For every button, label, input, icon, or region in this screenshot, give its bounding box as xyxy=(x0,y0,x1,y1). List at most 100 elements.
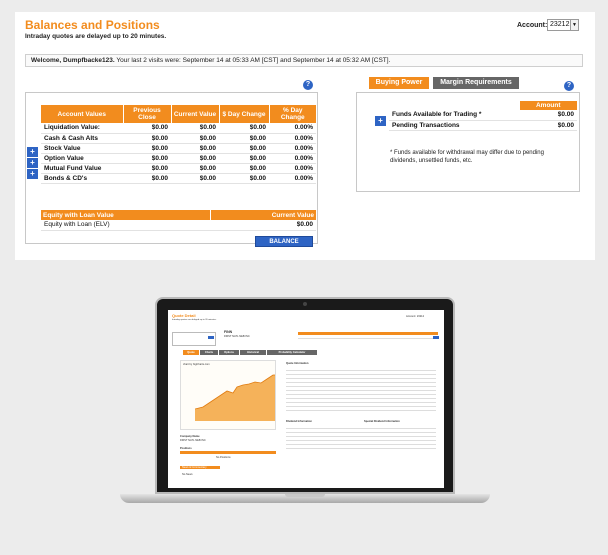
welcome-user: Welcome, Dumpfbacke123. xyxy=(31,57,115,64)
laptop-tab: Probability Calculator xyxy=(267,350,317,355)
row-label: Stock Value xyxy=(41,143,123,154)
row-day-change: $0.00 xyxy=(219,153,269,164)
row-previous-close: $0.00 xyxy=(123,173,171,184)
buying-power-box: Amount Funds Available for Trading * $0.0… xyxy=(356,92,580,192)
row-current-value: $0.00 xyxy=(171,143,219,154)
camera-icon xyxy=(303,302,307,306)
buying-row-label: Pending Transactions xyxy=(389,120,519,131)
row-current-value: $0.00 xyxy=(171,163,219,174)
laptop-no-news: No News xyxy=(182,473,193,476)
buying-row: Pending Transactions $0.00 xyxy=(389,120,577,131)
col-current-value: Current Value xyxy=(171,105,220,123)
row-pct-day-change: 0.00% xyxy=(269,123,316,134)
account-select[interactable]: 23212 ▼ xyxy=(547,19,579,31)
page-subtitle: Intraday quotes are delayed up to 20 min… xyxy=(25,33,167,40)
laptop-tab: Options xyxy=(219,350,239,355)
laptop-dividend-info: Dividend Information xyxy=(286,420,312,423)
account-label: Account: xyxy=(517,22,548,29)
col-previous-close: Previous Close xyxy=(123,105,172,123)
buying-header-row: Amount xyxy=(389,101,577,110)
expand-row-button[interactable]: + xyxy=(27,165,38,183)
row-pct-day-change: 0.00% xyxy=(269,173,316,184)
laptop-news-label: News & Commentary xyxy=(182,466,207,469)
balances-panel: Balances and Positions Intraday quotes a… xyxy=(15,12,595,260)
balances-row: Stock Value $0.00 $0.00 $0.00 0.00% xyxy=(41,143,316,154)
laptop-title: Quote Detail xyxy=(172,313,196,318)
elv-label: Equity with Loan (ELV) xyxy=(41,220,211,231)
balance-history-button[interactable]: BALANCE HISTORY xyxy=(255,236,313,255)
help-icon[interactable]: ? xyxy=(564,81,574,91)
expand-funds-button[interactable]: + xyxy=(375,112,386,130)
chart-caption: chart by bigCharts.com xyxy=(183,363,210,366)
laptop-chart: chart by bigCharts.com xyxy=(180,360,276,430)
row-label: Option Value xyxy=(41,153,123,164)
laptop-account: Account: 23212 xyxy=(406,315,425,318)
elv-header-right: Current Value xyxy=(210,210,316,220)
buying-row-value: $0.00 xyxy=(519,110,577,121)
balances-row: Option Value $0.00 $0.00 $0.00 0.00% xyxy=(41,153,316,164)
elv-row: Equity with Loan (ELV) $0.00 xyxy=(41,220,316,231)
laptop-symbol: FINN xyxy=(224,330,233,334)
row-label: Mutual Fund Value xyxy=(41,163,123,174)
balances-row: Bonds & CD's $0.00 $0.00 $0.00 0.00% xyxy=(41,173,316,184)
chevron-down-icon[interactable]: ▼ xyxy=(570,20,578,30)
laptop-subtitle: Intraday quotes are delayed up to 20 min… xyxy=(172,319,217,321)
laptop-chart-svg xyxy=(195,374,275,421)
go-button xyxy=(208,336,214,339)
row-label: Cash & Cash Alts xyxy=(41,133,123,144)
balances-row: Cash & Cash Alts $0.00 $0.00 $0.00 0.00% xyxy=(41,133,316,144)
row-label: Bonds & CD's xyxy=(41,173,123,184)
laptop-quote-info: Quote Information xyxy=(286,362,309,365)
row-previous-close: $0.00 xyxy=(123,133,171,144)
balances-box: Account Values Previous Close Current Va… xyxy=(25,92,318,255)
balances-row: Liquidation Value: $0.00 $0.00 $0.00 0.00% xyxy=(41,123,316,134)
col-pct-day-change: % Day Change xyxy=(269,105,316,123)
col-account-values: Account Values xyxy=(41,105,124,123)
laptop-tab: Quote xyxy=(183,350,199,355)
row-previous-close: $0.00 xyxy=(123,143,171,154)
row-current-value: $0.00 xyxy=(171,173,219,184)
row-current-value: $0.00 xyxy=(171,133,219,144)
balances-table: Account Values Previous Close Current Va… xyxy=(41,105,316,184)
row-previous-close: $0.00 xyxy=(123,123,171,134)
laptop-company-label: Company Name xyxy=(180,435,200,438)
balances-row: Mutual Fund Value $0.00 $0.00 $0.00 0.00% xyxy=(41,163,316,174)
laptop-tab: Historical xyxy=(240,350,266,355)
tab-buying-power[interactable]: Buying Power xyxy=(369,77,429,89)
tab-margin-requirements[interactable]: Margin Requirements xyxy=(433,77,519,89)
welcome-visits: Your last 2 visits were: September 14 at… xyxy=(114,57,391,64)
laptop-no-positions: No Positions xyxy=(216,456,231,459)
help-icon[interactable]: ? xyxy=(303,80,313,90)
laptop-company-value: FIRST NATL NEB INC xyxy=(180,439,206,442)
row-day-change: $0.00 xyxy=(219,173,269,184)
row-previous-close: $0.00 xyxy=(123,163,171,174)
col-day-change: $ Day Change xyxy=(219,105,270,123)
laptop-illustration: Quote Detail Intraday quotes are delayed… xyxy=(155,297,455,494)
balances-header-row: Account Values Previous Close Current Va… xyxy=(41,105,316,123)
elv-header-row: Equity with Loan Value Current Value xyxy=(41,210,316,220)
col-amount: Amount xyxy=(519,101,577,110)
symbol-box xyxy=(172,332,216,346)
laptop-screen: Quote Detail Intraday quotes are delayed… xyxy=(168,310,444,488)
row-previous-close: $0.00 xyxy=(123,153,171,164)
laptop-positions-label: Positions xyxy=(180,447,192,450)
laptop-tab: Charts xyxy=(200,350,218,355)
buying-row: Funds Available for Trading * $0.00 xyxy=(389,110,577,121)
row-current-value: $0.00 xyxy=(171,123,219,134)
row-day-change: $0.00 xyxy=(219,163,269,174)
buying-row-label: Funds Available for Trading * xyxy=(389,110,519,121)
elv-table: Equity with Loan Value Current Value Equ… xyxy=(41,210,316,231)
laptop-company: FIRST NATL NEB INC xyxy=(224,335,250,338)
account-value: 23212 xyxy=(550,21,570,28)
page: Balances and Positions Intraday quotes a… xyxy=(0,0,608,555)
plus-icon: + xyxy=(375,115,386,126)
row-label: Liquidation Value: xyxy=(41,123,123,134)
plus-icon: + xyxy=(27,168,38,179)
row-day-change: $0.00 xyxy=(219,143,269,154)
elv-value: $0.00 xyxy=(210,220,316,231)
row-current-value: $0.00 xyxy=(171,153,219,164)
page-title: Balances and Positions xyxy=(25,18,160,32)
elv-header-left: Equity with Loan Value xyxy=(41,210,212,220)
funds-note: * Funds available for withdrawal may dif… xyxy=(390,150,544,164)
laptop-special-dividend: Special Dividend Information xyxy=(364,420,400,423)
